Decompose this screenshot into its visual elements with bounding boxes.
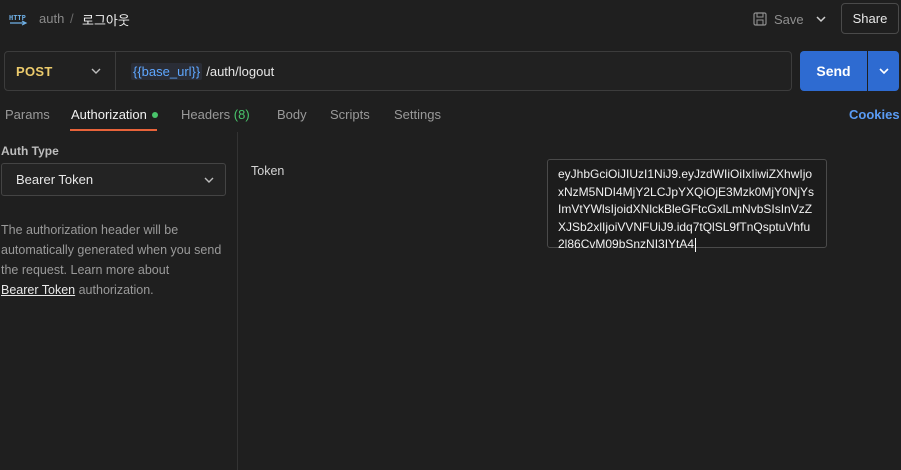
chevron-down-icon	[91, 68, 101, 74]
chevron-down-icon	[816, 16, 826, 23]
auth-type-value: Bearer Token	[16, 172, 94, 187]
chevron-down-icon	[878, 68, 889, 75]
tab-headers[interactable]: Headers (8)	[181, 107, 250, 122]
http-icon: HTTP	[9, 14, 28, 26]
url-variable[interactable]: {{base_url}}	[131, 63, 203, 80]
text-caret	[695, 237, 697, 252]
method-label: POST	[16, 63, 53, 79]
tab-scripts[interactable]: Scripts	[330, 107, 370, 122]
tab-settings[interactable]: Settings	[394, 107, 441, 122]
url-bar: POST {{base_url}} /auth/logout	[4, 51, 792, 91]
headers-count: (8)	[233, 107, 250, 122]
breadcrumb-separator: /	[70, 11, 74, 26]
save-label: Save	[774, 11, 804, 27]
auth-description-suffix: authorization.	[78, 283, 154, 297]
auth-type-panel: Auth Type Bearer Token The authorization…	[0, 132, 238, 470]
tab-authorization-label: Authorization	[71, 107, 147, 122]
share-button[interactable]: Share	[841, 3, 899, 34]
save-icon	[753, 12, 767, 26]
method-select[interactable]: POST	[5, 52, 116, 90]
save-button[interactable]: Save	[752, 7, 804, 31]
active-tab-underline	[70, 129, 157, 131]
tab-authorization[interactable]: Authorization	[71, 107, 158, 122]
breadcrumb-collection[interactable]: auth	[39, 11, 64, 26]
token-value: eyJhbGciOiJIUzI1NiJ9.eyJzdWIiOiIxIiwiZXh…	[558, 167, 815, 251]
bearer-token-link[interactable]: Bearer Token	[1, 283, 75, 297]
auth-type-select[interactable]: Bearer Token	[1, 163, 226, 196]
tab-params[interactable]: Params	[5, 107, 50, 122]
active-indicator-dot	[151, 111, 158, 118]
auth-description: The authorization header will be automat…	[1, 220, 226, 300]
request-editor: HTTP auth / 로그아웃 Save Share POST {{base_…	[0, 0, 901, 470]
chevron-down-icon	[204, 177, 214, 183]
token-label: Token	[251, 164, 285, 178]
url-input[interactable]: {{base_url}} /auth/logout	[131, 63, 274, 80]
save-options-button[interactable]	[811, 9, 831, 29]
request-name[interactable]: 로그아웃	[82, 10, 130, 29]
send-button[interactable]: Send	[800, 51, 867, 91]
auth-type-label: Auth Type	[1, 144, 59, 158]
send-options-button[interactable]	[868, 51, 899, 91]
request-header: HTTP auth / 로그아웃 Save Share	[0, 0, 901, 38]
url-path: /auth/logout	[206, 64, 275, 79]
send-group: Send	[800, 51, 899, 91]
tab-body[interactable]: Body	[277, 107, 307, 122]
tab-headers-label: Headers	[181, 107, 231, 122]
token-input[interactable]: eyJhbGciOiJIUzI1NiJ9.eyJzdWIiOiIxIiwiZXh…	[547, 159, 827, 252]
auth-description-text: The authorization header will be automat…	[1, 223, 222, 277]
cookies-link[interactable]: Cookies	[849, 107, 900, 122]
request-tabs: Params Authorization Headers (8) Body Sc…	[0, 100, 901, 132]
svg-text:HTTP: HTTP	[9, 14, 26, 22]
